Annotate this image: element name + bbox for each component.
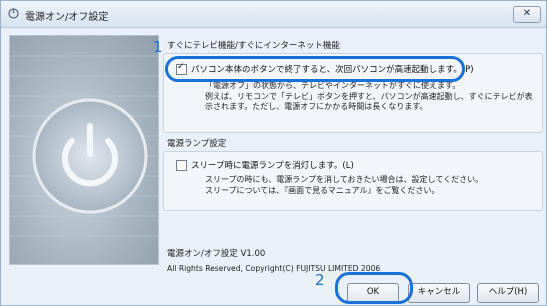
quick-desc-line: 「電源オフ」の状態から、テレビやインターネットがすぐに使えます。 <box>205 81 461 90</box>
cancel-button[interactable]: キャンセル <box>408 283 470 303</box>
version-text: 電源オン/オフ設定 V1.00 <box>167 249 266 259</box>
quick-section-heading: すぐにテレビ機能/すぐにインターネット機能 <box>167 41 340 51</box>
lamp-desc-line: スリープの時にも、電源ランプを消しておきたい場合は、設定してください。 <box>205 175 484 184</box>
lamp-group: スリープ時に電源ランプを消灯します。(L) スリープの時にも、電源ランプを消して… <box>163 151 543 211</box>
lamp-description: スリープの時にも、電源ランプを消しておきたい場合は、設定してください。 スリープ… <box>205 175 483 196</box>
lamp-checkbox[interactable] <box>176 159 187 171</box>
step-1-highlight <box>165 56 465 82</box>
side-illustration <box>9 35 159 265</box>
step-1-marker: 1 <box>153 38 163 56</box>
lamp-checkbox-label: スリープ時に電源ランプを消灯します。(L) <box>191 161 354 171</box>
lamp-checkbox-row[interactable]: スリープ時に電源ランプを消灯します。(L) <box>176 159 354 171</box>
close-icon: ✕ <box>522 8 532 19</box>
step-2-highlight <box>335 272 413 304</box>
quick-desc-line: 示されます。ただし、電源オフにかかる時間は長くなります。 <box>205 102 428 111</box>
lamp-section-heading: 電源ランプ設定 <box>167 139 227 149</box>
step-2-marker: 2 <box>315 271 325 289</box>
lamp-desc-line: スリープについては、『画面で見るマニュアル』をご覧ください。 <box>205 185 440 195</box>
settings-dialog: 電源オン/オフ設定 ✕ すぐにテレビ機能/すぐにインターネット機能 ✓ パソコン… <box>0 0 547 306</box>
close-button[interactable]: ✕ <box>513 6 541 23</box>
window-title: 電源オン/オフ設定 <box>25 12 109 23</box>
power-settings-icon <box>8 8 19 19</box>
quick-description: 「電源オフ」の状態から、テレビやインターネットがすぐに使えます。 例えば、リモコ… <box>205 81 533 113</box>
help-button[interactable]: ヘルプ(H) <box>477 283 539 303</box>
title-bar[interactable]: 電源オン/オフ設定 ✕ <box>1 1 546 28</box>
power-icon <box>10 55 158 237</box>
quick-desc-line: 例えば、リモコンで「テレビ」ボタンを押すと、パソコンが高速起動し、すぐにテレビが… <box>205 91 533 101</box>
